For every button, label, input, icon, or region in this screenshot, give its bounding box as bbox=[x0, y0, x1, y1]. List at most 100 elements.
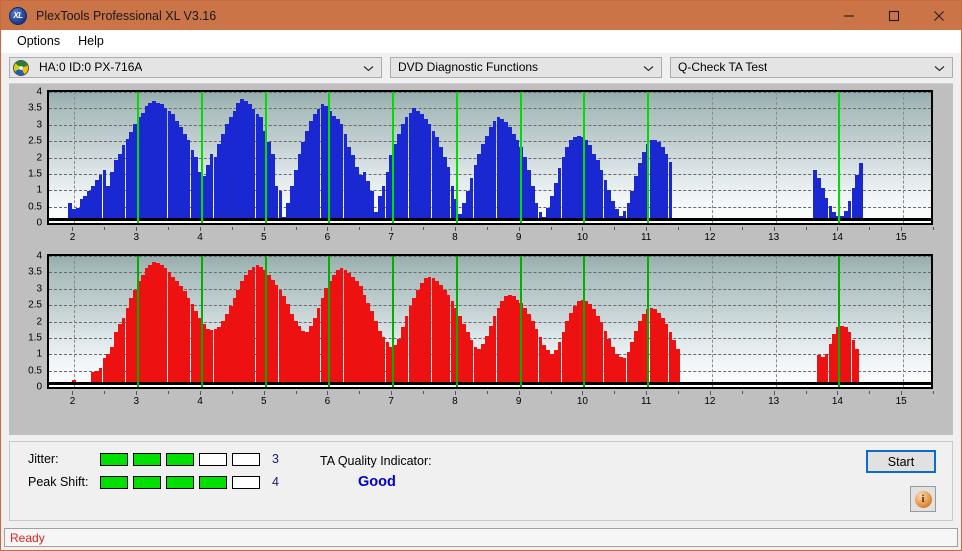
y-axis-tick-label: 1 bbox=[36, 348, 42, 360]
x-axis-tick bbox=[582, 391, 584, 395]
results-panel: Jitter: 3 Peak Shift: 4 TA Quality Indic… bbox=[9, 441, 953, 521]
x-axis-tick bbox=[646, 391, 648, 395]
x-axis-minor-tick bbox=[614, 391, 616, 394]
y-axis-tick-label: 3 bbox=[36, 283, 42, 295]
test-select-value: Q-Check TA Test bbox=[678, 60, 768, 74]
x-axis-tick bbox=[391, 391, 393, 395]
x-axis-tick bbox=[327, 391, 329, 395]
x-axis-tick-label: 9 bbox=[515, 396, 522, 407]
close-icon[interactable] bbox=[916, 1, 961, 30]
start-button[interactable]: Start bbox=[866, 450, 936, 473]
x-axis-minor-tick bbox=[231, 391, 233, 394]
grid-line bbox=[74, 256, 76, 387]
info-icon: i bbox=[914, 490, 932, 508]
window-controls bbox=[826, 1, 961, 30]
jitter-label: Jitter: bbox=[28, 452, 59, 466]
x-axis-tick-label: 15 bbox=[895, 396, 907, 407]
x-axis-tick bbox=[454, 391, 456, 395]
x-axis-minor-tick bbox=[741, 391, 743, 394]
peak-shift-meter bbox=[100, 475, 260, 489]
jitter-meter bbox=[100, 452, 260, 466]
meter-segment bbox=[133, 475, 161, 489]
x-axis-tick bbox=[72, 391, 74, 395]
info-button[interactable]: i bbox=[910, 486, 936, 512]
x-axis-minor-tick bbox=[805, 391, 807, 394]
status-text: Ready bbox=[10, 530, 45, 545]
peak-shift-value: 4 bbox=[272, 475, 279, 489]
x-axis-tick bbox=[901, 391, 903, 395]
function-select[interactable]: DVD Diagnostic Functions bbox=[390, 56, 662, 78]
grid-line bbox=[903, 256, 905, 387]
marker-line bbox=[137, 256, 140, 387]
status-bar: Ready bbox=[4, 528, 958, 547]
selector-bar: HA:0 ID:0 PX-716A DVD Diagnostic Functio… bbox=[1, 53, 961, 81]
maximize-icon[interactable] bbox=[871, 1, 916, 30]
y-axis: 0 0.5 1 1.5 2 2.5 3 3.5 4 bbox=[9, 251, 45, 393]
marker-line bbox=[519, 256, 522, 387]
x-axis-tick bbox=[199, 391, 201, 395]
x-axis-minor-tick bbox=[933, 391, 934, 394]
x-axis-minor-tick bbox=[168, 391, 170, 394]
marker-line bbox=[264, 256, 267, 387]
bar bbox=[676, 348, 680, 383]
x-axis-tick bbox=[136, 391, 138, 395]
baseline bbox=[49, 382, 931, 385]
peak-shift-meter-row: Peak Shift: 4 bbox=[28, 475, 279, 489]
y-axis-tick-label: 3.5 bbox=[28, 266, 42, 278]
title-bar: XL PlexTools Professional XL V3.16 bbox=[1, 1, 961, 30]
x-axis-tick-label: 3 bbox=[133, 396, 140, 407]
meter-segment bbox=[166, 452, 194, 466]
x-axis-tick-label: 10 bbox=[576, 396, 588, 407]
marker-line bbox=[328, 256, 331, 387]
x-axis-tick-label: 2 bbox=[69, 396, 76, 407]
drive-select[interactable]: HA:0 ID:0 PX-716A bbox=[9, 56, 382, 78]
x-axis-minor-tick bbox=[869, 391, 871, 394]
y-axis-tick-label: 0.5 bbox=[28, 365, 42, 377]
x-axis-tick bbox=[263, 391, 265, 395]
meter-segment bbox=[166, 475, 194, 489]
marker-line bbox=[838, 256, 841, 387]
ta-quality-label: TA Quality Indicator: bbox=[320, 454, 432, 468]
app-window: XL PlexTools Professional XL V3.16 Optio… bbox=[0, 0, 962, 551]
x-axis: 2 3 4 5 6 7 8 9 10 11 12 13 14 15 bbox=[47, 391, 934, 412]
x-axis-tick-label: 11 bbox=[640, 396, 652, 407]
jitter-meter-row: Jitter: 3 bbox=[28, 452, 279, 466]
x-axis-tick-label: 7 bbox=[388, 396, 394, 407]
peak-shift-label: Peak Shift: bbox=[28, 475, 89, 489]
window-title: PlexTools Professional XL V3.16 bbox=[36, 8, 217, 23]
x-axis-tick-label: 13 bbox=[768, 396, 780, 407]
minimize-icon[interactable] bbox=[826, 1, 871, 30]
x-axis-minor-tick bbox=[295, 391, 297, 394]
meter-segment bbox=[100, 475, 128, 489]
ta-quality-value: Good bbox=[358, 474, 396, 490]
x-axis-tick bbox=[773, 391, 775, 395]
menu-item-help[interactable]: Help bbox=[69, 32, 113, 51]
y-axis-tick-label: 2.5 bbox=[28, 299, 42, 311]
x-axis-tick-label: 14 bbox=[831, 396, 843, 407]
peak-shift-chart: 0 0.5 1 1.5 2 2.5 3 3.5 4 2 3 4 5 6 7 8 9 10 11 12 13 14 15 bbox=[9, 84, 953, 407]
x-axis-tick-label: 4 bbox=[197, 396, 203, 407]
bar bbox=[855, 348, 860, 383]
marker-line bbox=[647, 256, 650, 387]
x-axis-tick-label: 12 bbox=[704, 396, 716, 407]
function-select-value: DVD Diagnostic Functions bbox=[398, 60, 539, 74]
x-axis-minor-tick bbox=[678, 391, 680, 394]
meter-segment bbox=[232, 475, 260, 489]
test-select[interactable]: Q-Check TA Test bbox=[670, 56, 953, 79]
meter-segment bbox=[133, 452, 161, 466]
grid-line bbox=[49, 256, 931, 257]
marker-line bbox=[583, 256, 586, 387]
grid-line bbox=[711, 256, 713, 387]
y-axis-tick-label: 1.5 bbox=[28, 332, 42, 344]
x-axis-minor-tick bbox=[104, 391, 106, 394]
chart-panel: 0 0.5 1 1.5 2 2.5 3 3.5 4 2 3 4 5 6 7 8 9 10 11 12 13 14 15 00… bbox=[9, 83, 953, 435]
jitter-value: 3 bbox=[272, 452, 279, 466]
menu-item-options[interactable]: Options bbox=[8, 32, 69, 51]
xl-badge-icon: XL bbox=[9, 6, 27, 25]
x-axis-tick-label: 5 bbox=[260, 396, 267, 407]
x-axis-minor-tick bbox=[550, 391, 552, 394]
plot-area bbox=[47, 254, 933, 389]
meter-segment bbox=[232, 452, 260, 466]
chevron-down-icon bbox=[934, 58, 945, 79]
x-axis-tick bbox=[709, 391, 711, 395]
